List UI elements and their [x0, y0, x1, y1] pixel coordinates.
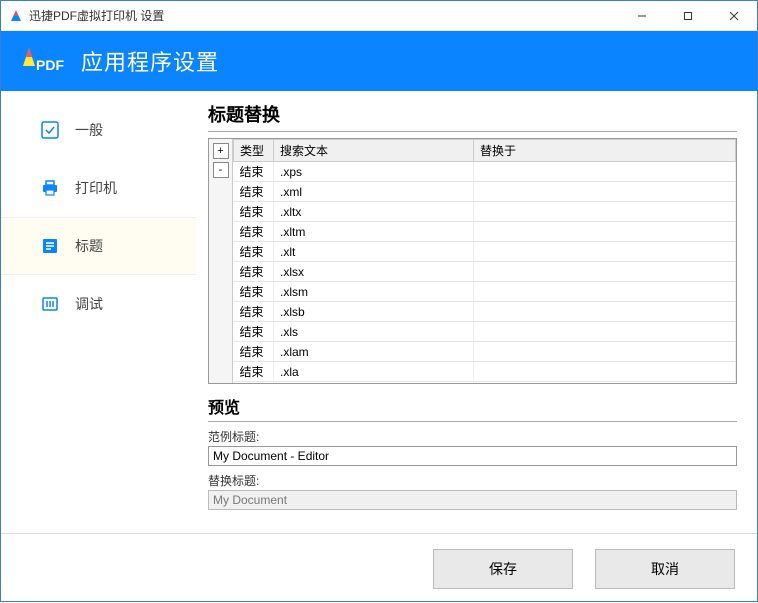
table-cell-replace[interactable]	[474, 202, 736, 222]
table-cell-replace[interactable]	[474, 262, 736, 282]
sidebar-item-debug[interactable]: 调试	[1, 275, 196, 333]
table-cell-type[interactable]: 结束	[234, 162, 274, 182]
printer-icon	[39, 177, 61, 199]
table-cell-search[interactable]: .xps	[274, 162, 474, 182]
table-row[interactable]: 结束.xltm	[234, 222, 736, 242]
table-cell-replace[interactable]	[474, 362, 736, 382]
table-row[interactable]: 结束.xlam	[234, 342, 736, 362]
table-cell-replace[interactable]	[474, 382, 736, 384]
table-row[interactable]: 结束.xlsm	[234, 282, 736, 302]
replaced-title-label: 替换标题:	[208, 472, 737, 489]
table-cell-search[interactable]: .xlsm	[274, 282, 474, 302]
example-title-input[interactable]	[208, 446, 737, 466]
col-type[interactable]: 类型	[234, 140, 274, 162]
table-row[interactable]: 结束.xlsx	[234, 262, 736, 282]
table-cell-replace[interactable]	[474, 242, 736, 262]
add-row-button[interactable]: +	[213, 143, 229, 159]
maximize-button[interactable]	[665, 1, 711, 31]
table-cell-type[interactable]: 结束	[234, 382, 274, 384]
sidebar-item-label: 调试	[75, 294, 103, 314]
sidebar-item-title[interactable]: 标题	[1, 217, 196, 275]
table-cell-replace[interactable]	[474, 342, 736, 362]
remove-row-button[interactable]: -	[213, 162, 229, 178]
table-row[interactable]: 结束.xltx	[234, 202, 736, 222]
sidebar-item-general[interactable]: 一般	[1, 101, 196, 159]
table-cell-search[interactable]: .xlsb	[274, 302, 474, 322]
table-row[interactable]: 结束.xlt	[234, 242, 736, 262]
window-title: 迅捷PDF虚拟打印机 设置	[29, 7, 619, 24]
save-button[interactable]: 保存	[433, 549, 573, 589]
table-row[interactable]: 结束.xps	[234, 162, 736, 182]
table-cell-type[interactable]: 结束	[234, 362, 274, 382]
close-button[interactable]	[711, 1, 757, 31]
cancel-button[interactable]: 取消	[595, 549, 735, 589]
table-cell-type[interactable]: 结束	[234, 282, 274, 302]
main-panel: 标题替换 + - 类型 搜索文本 替换于 结束.xps结束.xml结束.xltx…	[196, 91, 757, 533]
table-cell-search[interactable]: .wmf	[274, 382, 474, 384]
table-cell-type[interactable]: 结束	[234, 302, 274, 322]
sidebar: 一般 打印机 标题 调试	[1, 91, 196, 533]
table-cell-type[interactable]: 结束	[234, 202, 274, 222]
logo-text: PDF	[36, 57, 64, 73]
header: PDF 应用程序设置	[1, 31, 757, 91]
col-replace[interactable]: 替换于	[474, 140, 736, 162]
table-cell-search[interactable]: .xltx	[274, 202, 474, 222]
table-cell-type[interactable]: 结束	[234, 342, 274, 362]
table-row[interactable]: 结束.xlsb	[234, 302, 736, 322]
table-cell-replace[interactable]	[474, 182, 736, 202]
section-title-replacement: 标题替换	[208, 101, 737, 132]
table-cell-type[interactable]: 结束	[234, 322, 274, 342]
title-icon	[39, 235, 61, 257]
minimize-button[interactable]	[619, 1, 665, 31]
debug-icon	[39, 293, 61, 315]
sidebar-item-label: 打印机	[75, 178, 117, 198]
table-cell-replace[interactable]	[474, 322, 736, 342]
col-search[interactable]: 搜索文本	[274, 140, 474, 162]
titlebar: 迅捷PDF虚拟打印机 设置	[1, 1, 757, 31]
table-cell-replace[interactable]	[474, 302, 736, 322]
table-cell-search[interactable]: .xlt	[274, 242, 474, 262]
wrench-icon	[39, 119, 61, 141]
title-table-scroll[interactable]: 类型 搜索文本 替换于 结束.xps结束.xml结束.xltx结束.xltm结束…	[233, 139, 736, 383]
table-cell-search[interactable]: .xltm	[274, 222, 474, 242]
table-cell-search[interactable]: .xla	[274, 362, 474, 382]
table-row[interactable]: 结束.xml	[234, 182, 736, 202]
table-cell-replace[interactable]	[474, 162, 736, 182]
table-row[interactable]: 结束.xls	[234, 322, 736, 342]
replaced-title-output	[208, 490, 737, 510]
sidebar-item-label: 一般	[75, 120, 103, 140]
example-title-label: 范例标题:	[208, 428, 737, 445]
table-cell-search[interactable]: .xml	[274, 182, 474, 202]
footer: 保存 取消	[1, 533, 757, 603]
table-cell-search[interactable]: .xlam	[274, 342, 474, 362]
table-cell-type[interactable]: 结束	[234, 242, 274, 262]
table-cell-search[interactable]: .xls	[274, 322, 474, 342]
sidebar-item-label: 标题	[75, 236, 103, 256]
table-cell-type[interactable]: 结束	[234, 222, 274, 242]
title-table-area: + - 类型 搜索文本 替换于 结束.xps结束.xml结束.xltx结束.xl…	[208, 138, 737, 384]
header-title: 应用程序设置	[81, 45, 219, 77]
table-cell-replace[interactable]	[474, 222, 736, 242]
table-cell-search[interactable]: .xlsx	[274, 262, 474, 282]
logo-icon: PDF	[19, 44, 67, 78]
section-title-preview: 预览	[208, 394, 737, 422]
table-row[interactable]: 结束.xla	[234, 362, 736, 382]
title-table: 类型 搜索文本 替换于 结束.xps结束.xml结束.xltx结束.xltm结束…	[233, 139, 736, 383]
app-icon	[9, 9, 23, 23]
table-cell-type[interactable]: 结束	[234, 262, 274, 282]
table-cell-replace[interactable]	[474, 282, 736, 302]
table-cell-type[interactable]: 结束	[234, 182, 274, 202]
sidebar-item-printer[interactable]: 打印机	[1, 159, 196, 217]
table-row[interactable]: 结束.wmf	[234, 382, 736, 384]
